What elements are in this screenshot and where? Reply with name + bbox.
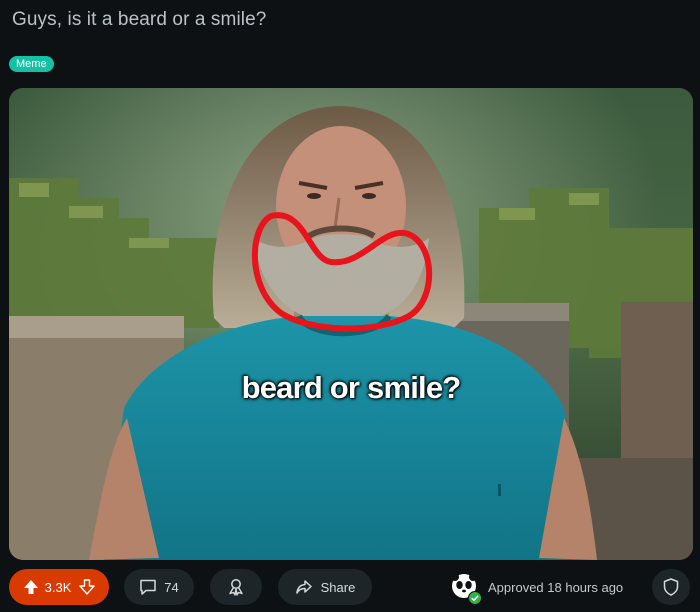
comments-button[interactable]: 74	[124, 569, 194, 605]
share-label: Share	[320, 579, 356, 595]
post-title[interactable]: Guys, is it a beard or a smile?	[12, 9, 266, 31]
moderation-status: Approved 18 hours ago	[448, 571, 624, 605]
mod-shield-icon	[663, 578, 679, 596]
downvote-icon[interactable]	[79, 579, 96, 595]
comment-count: 74	[164, 579, 179, 595]
meme-illustration	[9, 88, 693, 560]
share-icon	[295, 580, 312, 594]
vote-control: 3.3K	[9, 569, 109, 605]
share-button[interactable]: Share	[278, 569, 372, 605]
vote-count: 3.3K	[44, 579, 72, 595]
post-image[interactable]: beard or smile?	[9, 88, 693, 560]
post-flair[interactable]: Meme	[9, 56, 54, 72]
upvote-icon[interactable]	[23, 579, 39, 595]
comment-icon	[140, 579, 157, 595]
post-action-bar: 3.3K 74 Share Approved 18 hours ago	[0, 568, 700, 608]
award-icon	[229, 579, 243, 596]
award-button[interactable]	[210, 569, 262, 605]
image-caption: beard or smile?	[241, 370, 462, 405]
approved-check-icon	[468, 591, 482, 605]
moderator-avatar[interactable]	[448, 571, 482, 605]
mod-actions-button[interactable]	[652, 569, 690, 605]
approval-status-text: Approved 18 hours ago	[488, 579, 624, 595]
